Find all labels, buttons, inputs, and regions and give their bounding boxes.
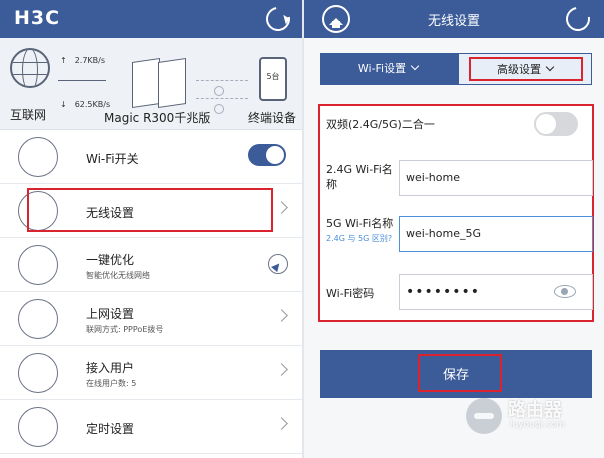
menu-item-title: Wi-Fi开关 xyxy=(86,152,139,166)
dual-band-toggle[interactable] xyxy=(534,112,578,136)
devices-count: 5台 xyxy=(266,72,280,81)
upload-speed-value: 2.7KB/s xyxy=(74,56,106,65)
download-speed-value: 62.5KB/s xyxy=(74,100,111,109)
wireless-settings-screen: 无线设置 Wi-Fi设置 高级设置 双频(2.4G/5G)二合一 2.4G Wi… xyxy=(302,0,604,458)
refresh-icon[interactable] xyxy=(561,2,595,36)
network-status-panel: 互联网 ↑ 2.7KB/s ↓ 62.5KB/s Magic R300千兆版 5台 … xyxy=(0,38,302,130)
watermark-domain: luyouqi.com xyxy=(510,420,566,430)
chevron-right-icon xyxy=(275,363,288,376)
menu-item-title: 一键优化 xyxy=(86,253,135,267)
wifi-password-label: Wi-Fi密码 xyxy=(326,287,375,300)
wifi-24g-name-label: 2.4G Wi-Fi名称 xyxy=(326,163,393,191)
wifi-icon xyxy=(18,137,58,177)
chevron-right-icon xyxy=(275,309,288,322)
chevron-right-icon xyxy=(275,201,288,214)
phone-icon[interactable]: 5台 xyxy=(259,57,287,101)
upload-speed: ↑ 2.7KB/s xyxy=(60,56,105,65)
highlight-box xyxy=(418,354,502,392)
top-bar: H3C xyxy=(0,0,302,38)
optimize-run-icon[interactable] xyxy=(268,254,288,274)
wifi-24g-name-input[interactable]: wei-home xyxy=(399,160,593,196)
menu-item-timer[interactable]: 定时设置 xyxy=(0,400,302,454)
menu-item-internet-settings[interactable]: 上网设置 联网方式: PPPoE拨号 xyxy=(0,292,302,346)
wifi-device-icon xyxy=(214,86,224,96)
brand-logo: H3C xyxy=(14,7,61,29)
optimize-icon xyxy=(18,245,58,285)
download-speed: ↓ 62.5KB/s xyxy=(60,100,110,109)
highlight-box xyxy=(469,57,583,81)
connection-line xyxy=(196,98,248,99)
connection-line xyxy=(58,80,106,81)
menu-item-subtitle: 智能优化无线网络 xyxy=(86,271,150,280)
watermark: 路由器 luyouqi.com xyxy=(462,392,600,452)
tab-wifi-settings[interactable]: Wi-Fi设置 xyxy=(320,53,456,85)
tab-advanced-settings[interactable]: 高级设置 xyxy=(458,53,592,85)
down-arrow-icon: ↓ xyxy=(60,100,67,109)
watermark-title: 路由器 xyxy=(508,400,562,421)
wifi-password-input[interactable]: •••••••• xyxy=(399,274,593,310)
highlight-box xyxy=(27,188,273,232)
watermark-logo xyxy=(466,398,502,434)
eye-icon[interactable] xyxy=(554,285,576,298)
password-value: •••••••• xyxy=(406,284,481,300)
menu-item-subtitle: 在线用户数: 5 xyxy=(86,379,137,388)
up-arrow-icon: ↑ xyxy=(60,56,67,65)
globe-icon xyxy=(10,48,50,88)
devices-label: 终端设备 xyxy=(248,111,297,125)
internet-label: 互联网 xyxy=(10,108,47,122)
chevron-down-icon xyxy=(410,61,420,71)
menu-item-title: 接入用户 xyxy=(86,361,135,375)
menu-item-title: 定时设置 xyxy=(86,422,135,436)
router-icon xyxy=(132,58,192,114)
save-button[interactable]: 保存 xyxy=(320,350,592,398)
menu-item-optimize[interactable]: 一键优化 智能优化无线网络 xyxy=(0,238,302,292)
wifi-settings-form: 双频(2.4G/5G)二合一 2.4G Wi-Fi名称 wei-home 5G … xyxy=(318,104,594,322)
tab-label: Wi-Fi设置 xyxy=(357,62,407,75)
menu-item-title: 上网设置 xyxy=(86,307,135,321)
main-screen: H3C 互联网 ↑ 2.7KB/s ↓ 62.5KB/s Magic R300千兆版… xyxy=(0,0,302,458)
settings-menu: Wi-Fi开关 无线设置 一键优化 智能优化无线网络 上网设置 联网方式: PP… xyxy=(0,130,302,454)
menu-item-subtitle: 联网方式: PPPoE拨号 xyxy=(86,325,164,334)
wifi-5g-name-input[interactable]: wei-home_5G xyxy=(399,216,593,252)
wifi-toggle[interactable] xyxy=(248,144,286,166)
wired-device-icon xyxy=(214,104,224,114)
refresh-icon[interactable] xyxy=(261,2,295,36)
users-icon xyxy=(18,353,58,393)
chevron-right-icon xyxy=(275,417,288,430)
connection-line xyxy=(196,80,248,81)
band-difference-link[interactable]: 2.4G 与 5G 区别? xyxy=(326,233,396,244)
router-model-label: Magic R300千兆版 xyxy=(104,111,211,125)
menu-item-users[interactable]: 接入用户 在线用户数: 5 xyxy=(0,346,302,400)
timer-icon xyxy=(18,407,58,447)
internet-settings-icon xyxy=(18,299,58,339)
top-bar: 无线设置 xyxy=(304,0,604,38)
dual-band-label: 双频(2.4G/5G)二合一 xyxy=(326,118,435,131)
menu-item-wifi-switch: Wi-Fi开关 xyxy=(0,130,302,184)
wifi-5g-name-label: 5G Wi-Fi名称 xyxy=(326,217,394,230)
page-title: 无线设置 xyxy=(427,14,480,29)
settings-tabs: Wi-Fi设置 高级设置 xyxy=(320,53,592,85)
